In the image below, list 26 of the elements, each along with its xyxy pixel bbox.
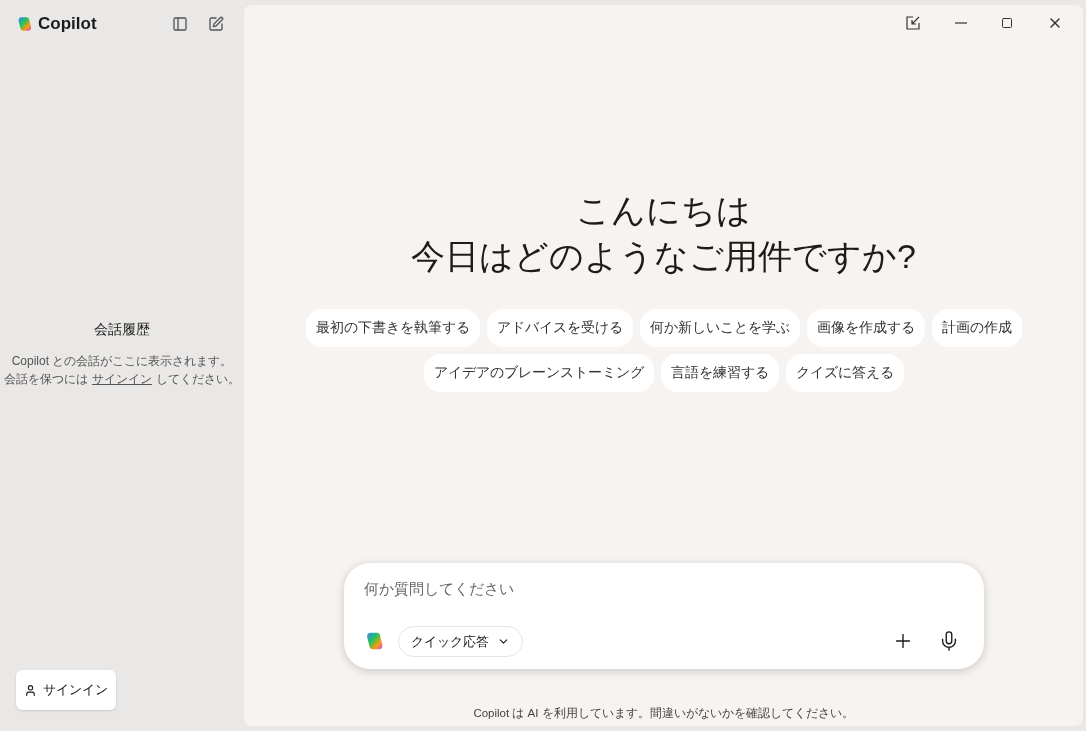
history-title: 会話履歴 <box>94 319 150 339</box>
copilot-logo-icon <box>16 15 34 33</box>
greeting-subtitle: 今日はどのようなご用件ですか? <box>411 236 916 278</box>
suggestion-chip[interactable]: アドバイスを受ける <box>486 309 633 348</box>
sidebar-icon <box>172 16 188 32</box>
suggestion-chip[interactable]: 何か新しいことを学ぶ <box>639 309 800 348</box>
suggestion-chip[interactable]: 画像を作成する <box>806 309 925 348</box>
maximize-icon <box>1001 17 1013 29</box>
app-name: Copilot <box>38 13 97 36</box>
sign-in-button[interactable]: サインイン <box>16 670 116 710</box>
sign-in-link[interactable]: サインイン <box>92 369 152 388</box>
suggestion-chip[interactable]: 言語を練習する <box>660 354 779 393</box>
minimize-icon <box>955 22 967 24</box>
message-input[interactable]: 何か質問してください <box>363 574 964 603</box>
suggestion-chip[interactable]: 計画の作成 <box>931 309 1022 348</box>
compose-icon <box>208 16 224 32</box>
history-sign-in-text: 会話を保つには <box>4 370 88 388</box>
suggestion-chip[interactable]: 最初の下書きを執筆する <box>305 309 480 348</box>
disclaimer-text: Copilot は AI を利用しています。間違いがないかを確認してください。 <box>473 705 854 722</box>
greeting-title: こんにちは <box>576 190 751 232</box>
person-icon <box>24 683 37 697</box>
suggestion-chip[interactable]: クイズに答える <box>785 354 904 393</box>
history-empty-text: Copilot との会話がここに表示されます。 <box>11 352 233 370</box>
arrow-in-icon <box>905 15 921 31</box>
history-sign-in-text: してください。 <box>156 370 240 388</box>
suggestion-chip[interactable]: アイデアのブレーンストーミング <box>423 354 654 393</box>
